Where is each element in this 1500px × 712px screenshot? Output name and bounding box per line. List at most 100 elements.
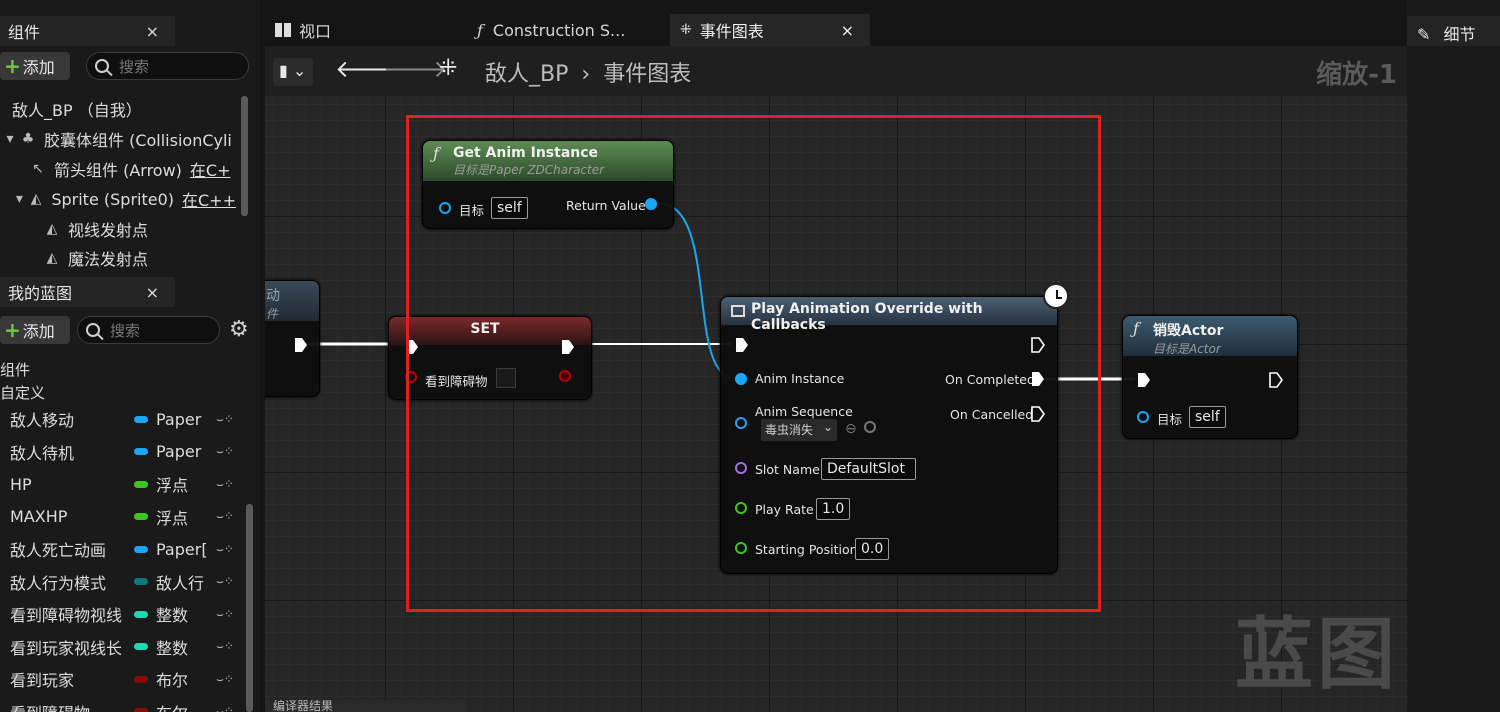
- blueprint-search-input[interactable]: 搜索: [77, 316, 220, 344]
- exec-out-pin[interactable]: [561, 339, 575, 355]
- browse-search-icon[interactable]: [864, 421, 876, 433]
- tree-item-sprite[interactable]: ▾ ◭ Sprite (Sprite0) 在C++: [12, 185, 236, 213]
- on-completed-pin[interactable]: [1031, 371, 1045, 387]
- breadcrumb: 敌人_BP › 事件图表: [485, 56, 691, 88]
- close-icon[interactable]: ×: [146, 283, 159, 302]
- edit-in-cpp-link[interactable]: 在C++: [182, 187, 236, 211]
- tree-item-root[interactable]: 敌人_BP （自我）: [12, 95, 242, 123]
- destroy-actor-node[interactable]: ƒ 销毁Actor 目标是Actor 目标 self: [1122, 315, 1298, 439]
- variable-item[interactable]: HP 浮点 ⌣⁘: [0, 468, 240, 500]
- visibility-eye-icon[interactable]: ⌣⁘: [216, 477, 234, 492]
- starting-position-field[interactable]: 0.0: [855, 538, 890, 560]
- bool-checkbox[interactable]: [496, 368, 516, 388]
- exec-in-pin[interactable]: [405, 339, 419, 355]
- target-value-field[interactable]: self: [1189, 406, 1226, 428]
- set-node[interactable]: SET 看到障碍物: [388, 316, 592, 400]
- exec-out-pin[interactable]: [294, 337, 308, 353]
- close-icon[interactable]: ×: [841, 21, 854, 40]
- expand-arrow-icon[interactable]: ▾: [2, 131, 18, 147]
- variable-item[interactable]: 看到障碍物视线 整数 ⌣⁘: [0, 598, 240, 630]
- left-partial-node[interactable]: 动 件: [265, 280, 320, 397]
- anim-sequence-dropdown[interactable]: 毒虫消失 ⌄: [761, 419, 837, 441]
- visibility-eye-icon[interactable]: ⌣⁘: [216, 672, 234, 687]
- exec-out-pin[interactable]: [1269, 372, 1283, 388]
- variable-item[interactable]: 敌人待机 Paper ⌣⁘: [0, 436, 240, 468]
- play-rate-pin[interactable]: [735, 502, 747, 514]
- tab-construction-script[interactable]: ƒ Construction S...: [467, 14, 667, 46]
- tree-item-sight-point[interactable]: ◭ 视线发射点: [44, 215, 234, 243]
- variable-type[interactable]: Paper[: [156, 540, 208, 559]
- add-component-button[interactable]: + 添加: [0, 52, 70, 80]
- visibility-eye-icon[interactable]: ⌣⁘: [216, 542, 234, 557]
- variable-item[interactable]: MAXHP 浮点 ⌣⁘: [0, 501, 240, 533]
- anim-instance-pin[interactable]: [735, 373, 747, 385]
- add-blueprint-item-button[interactable]: + 添加: [0, 316, 70, 344]
- variable-type[interactable]: 整数: [156, 635, 208, 659]
- event-graph-canvas[interactable]: 蓝图 动 件 ƒ Get Anim Instance 目标是Paper ZDCh…: [265, 96, 1407, 712]
- compiler-results-tab[interactable]: 编译器结果: [265, 700, 465, 712]
- variable-type[interactable]: 整数: [156, 602, 208, 626]
- return-value-pin[interactable]: [645, 198, 657, 210]
- section-header-custom[interactable]: 自定义: [0, 382, 45, 403]
- visibility-eye-icon[interactable]: ⌣⁘: [216, 509, 234, 524]
- variable-item[interactable]: 敌人移动 Paper ⌣⁘: [0, 403, 240, 435]
- exec-in-pin[interactable]: [735, 337, 749, 353]
- my-blueprint-tab[interactable]: 我的蓝图 ×: [0, 277, 175, 307]
- breadcrumb-root[interactable]: 敌人_BP: [485, 62, 568, 87]
- starting-position-pin[interactable]: [735, 542, 747, 554]
- blueprint-scrollbar[interactable]: [246, 504, 253, 712]
- tab-viewport[interactable]: 视口: [265, 14, 465, 46]
- visibility-eye-icon[interactable]: ⌣⁘: [216, 704, 234, 712]
- forward-arrow-icon[interactable]: 🡒: [383, 54, 447, 83]
- variable-item[interactable]: 看到障碍物 布尔 ⌣⁘: [0, 696, 240, 712]
- components-scrollbar[interactable]: [241, 96, 248, 216]
- variable-type[interactable]: 布尔: [156, 700, 208, 712]
- anim-sequence-pin[interactable]: [735, 417, 747, 429]
- visibility-eye-icon[interactable]: ⌣⁘: [216, 574, 234, 589]
- get-anim-instance-node[interactable]: ƒ Get Anim Instance 目标是Paper ZDCharacter…: [422, 140, 674, 229]
- variable-item[interactable]: 看到玩家视线长 整数 ⌣⁘: [0, 631, 240, 663]
- my-blueprint-panel: 我的蓝图 × + 添加 搜索 ⚙ 组件 自定义 敌人移动 Paper ⌣⁘ 敌人待机 P…: [0, 272, 260, 712]
- variable-type[interactable]: 浮点: [156, 505, 208, 529]
- bool-out-pin[interactable]: [559, 370, 571, 382]
- exec-then-pin[interactable]: [1031, 337, 1045, 353]
- slot-name-field[interactable]: DefaultSlot: [821, 458, 916, 480]
- expand-arrow-icon[interactable]: ▾: [12, 191, 27, 207]
- close-icon[interactable]: ×: [146, 22, 159, 41]
- visibility-eye-icon[interactable]: ⌣⁘: [216, 639, 234, 654]
- variable-item[interactable]: 敌人死亡动画 Paper[⌣⁘: [0, 533, 240, 565]
- target-pin[interactable]: [439, 202, 451, 214]
- components-tab[interactable]: 组件 ×: [0, 16, 175, 46]
- tree-item-capsule[interactable]: ▾ ♣ 胶囊体组件 (CollisionCyli: [2, 125, 234, 153]
- variable-type[interactable]: Paper: [156, 442, 208, 461]
- edit-in-cpp-link[interactable]: 在C+: [190, 157, 231, 181]
- target-pin[interactable]: [1137, 411, 1149, 423]
- on-cancelled-pin[interactable]: [1031, 406, 1045, 422]
- visibility-eye-icon[interactable]: ⌣⁘: [216, 607, 234, 622]
- bookmark-dropdown-icon[interactable]: ▮ ⌄: [273, 58, 313, 86]
- target-value-field[interactable]: self: [491, 197, 528, 219]
- play-rate-field[interactable]: 1.0: [816, 498, 851, 520]
- variable-type[interactable]: 浮点: [156, 472, 208, 496]
- tree-item-arrow[interactable]: ↖ 箭头组件 (Arrow) 在C+: [30, 155, 236, 183]
- section-header-components[interactable]: 组件: [0, 359, 30, 380]
- breadcrumb-current: 事件图表: [603, 62, 692, 87]
- settings-gear-icon[interactable]: ⚙: [229, 317, 249, 342]
- bool-in-pin[interactable]: [405, 371, 417, 383]
- visibility-eye-icon[interactable]: ⌣⁘: [216, 444, 234, 459]
- visibility-eye-icon[interactable]: ⌣⁘: [216, 412, 234, 427]
- variable-type[interactable]: 敌人行: [156, 570, 208, 594]
- components-search-input[interactable]: 搜索: [86, 52, 249, 80]
- exec-in-pin[interactable]: [1137, 372, 1151, 388]
- slot-name-pin[interactable]: [735, 462, 747, 474]
- variable-type[interactable]: Paper: [156, 410, 208, 429]
- details-tab[interactable]: ✎ 细节: [1407, 16, 1500, 46]
- tree-item-magic-point[interactable]: ◭ 魔法发射点: [44, 244, 234, 272]
- variable-type[interactable]: 布尔: [156, 667, 208, 691]
- use-selected-icon[interactable]: ⊖: [845, 421, 857, 437]
- variable-type-pill: [134, 675, 148, 683]
- variable-item[interactable]: 敌人行为模式 敌人行 ⌣⁘: [0, 566, 240, 598]
- tab-event-graph[interactable]: ⁜ 事件图表 ×: [670, 14, 870, 46]
- play-animation-node[interactable]: Play Animation Override with Callbacks A…: [720, 283, 1069, 574]
- variable-item[interactable]: 看到玩家 布尔 ⌣⁘: [0, 663, 240, 695]
